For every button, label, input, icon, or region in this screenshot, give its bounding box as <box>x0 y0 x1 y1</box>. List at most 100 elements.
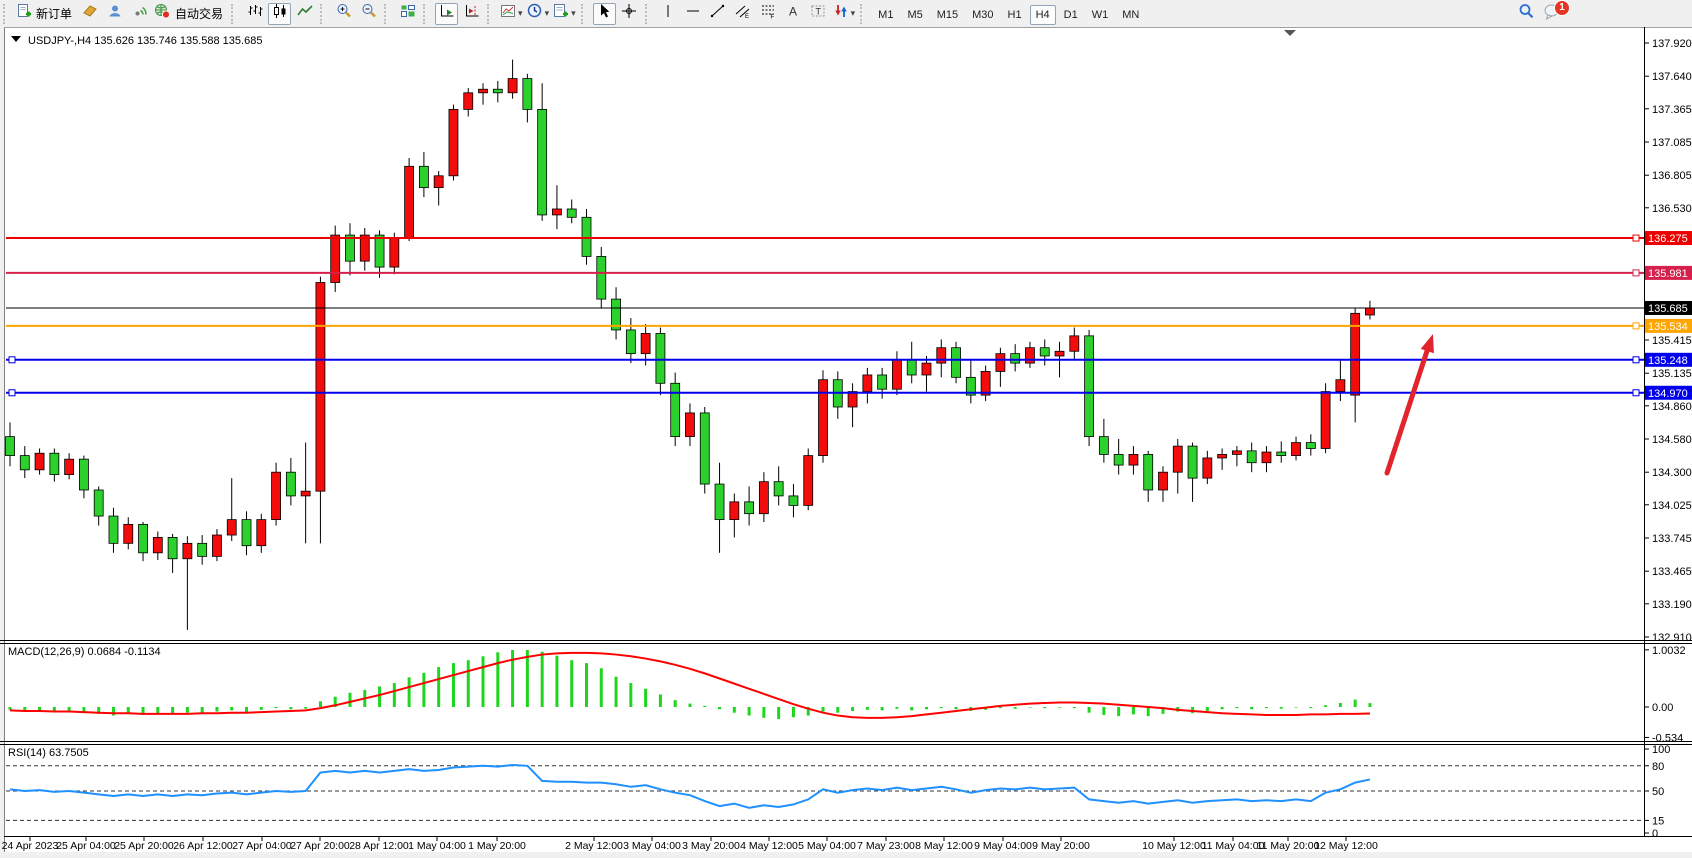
cursor-button[interactable] <box>593 3 616 25</box>
chat-button[interactable]: 1 <box>1540 3 1563 25</box>
time-tick-label: 26 Apr 12:00 <box>173 840 233 852</box>
candle-body <box>1218 454 1227 458</box>
time-tick-label: 3 May 20:00 <box>682 840 740 852</box>
timeframe-M15[interactable]: M15 <box>931 5 964 25</box>
candle-body <box>139 524 148 552</box>
indicators-button[interactable]: ▾ <box>499 3 524 25</box>
price-tick-label: 136.530 <box>1652 203 1692 215</box>
vertical-line-button[interactable] <box>657 3 680 25</box>
trendline-button[interactable] <box>707 3 730 25</box>
timeframe-M5[interactable]: M5 <box>901 5 928 25</box>
price-tick-label: 137.085 <box>1652 137 1692 149</box>
line-handle[interactable] <box>1633 235 1639 241</box>
price-tick-label: 134.025 <box>1652 500 1692 512</box>
time-tick-label: 7 May 23:00 <box>857 840 915 852</box>
horizontal-line-button[interactable] <box>682 3 705 25</box>
candle-body <box>375 235 384 267</box>
dropdown-arrow-icon: ▾ <box>571 8 576 19</box>
dropdown-arrow-icon: ▾ <box>851 8 856 19</box>
toolbar-grip[interactable] <box>231 4 239 24</box>
candle-body <box>1306 443 1315 449</box>
line-handle[interactable] <box>1633 390 1639 396</box>
text-label-button[interactable]: T <box>807 3 830 25</box>
time-tick-label: 3 May 04:00 <box>623 840 681 852</box>
metaeditor-button[interactable] <box>78 3 101 25</box>
toolbar-grip[interactable] <box>320 4 328 24</box>
line-handle[interactable] <box>9 357 15 363</box>
candle-body <box>552 209 561 215</box>
price-tick-label: 134.580 <box>1652 434 1692 446</box>
toolbar-grip[interactable] <box>487 4 495 24</box>
candle-body <box>656 333 665 383</box>
timeframe-H1[interactable]: H1 <box>1002 5 1028 25</box>
candle-body <box>434 176 443 188</box>
new-order-button[interactable]: 新订单 <box>15 3 76 25</box>
autotrading-button[interactable]: 自动交易 <box>153 3 227 25</box>
toolbar-grip[interactable] <box>645 4 653 24</box>
periods-button[interactable]: ▾ <box>526 3 551 25</box>
fibonacci-button[interactable]: F <box>757 3 780 25</box>
signals-icon <box>132 3 148 24</box>
community-button[interactable] <box>103 3 126 25</box>
macd-label: MACD(12,26,9) 0.0684 -0.1134 <box>8 646 161 658</box>
toolbar-grip[interactable] <box>384 4 392 24</box>
price-badge-label: 135.981 <box>1648 268 1688 280</box>
price-tick-label: 135.135 <box>1652 368 1692 380</box>
timeframe-M30[interactable]: M30 <box>966 5 999 25</box>
candle-body <box>316 282 325 491</box>
timeframe-H4[interactable]: H4 <box>1030 5 1056 25</box>
line-handle[interactable] <box>1633 270 1639 276</box>
crosshair-button[interactable] <box>618 3 641 25</box>
templates-icon <box>553 3 569 24</box>
line-handle[interactable] <box>9 390 15 396</box>
signals-button[interactable] <box>128 3 151 25</box>
candle-body <box>922 363 931 375</box>
time-tick-label: 28 Apr 12:00 <box>349 840 409 852</box>
time-tick-label: 25 Apr 04:00 <box>56 840 116 852</box>
chart-canvas[interactable]: 137.920137.640137.365137.085136.805136.5… <box>0 27 1692 858</box>
candle-body <box>1277 452 1286 456</box>
tile-windows-button[interactable] <box>396 3 419 25</box>
toolbar-grip[interactable] <box>3 4 11 24</box>
line-chart-button[interactable] <box>293 3 316 25</box>
price-tick-label: 134.860 <box>1652 401 1692 413</box>
auto-scroll-button[interactable] <box>435 3 458 25</box>
templates-button[interactable]: ▾ <box>552 3 577 25</box>
time-tick-label: 11 May 04:00 <box>1202 840 1265 852</box>
candle-body <box>1070 336 1079 351</box>
arrows-icon <box>833 3 849 24</box>
zoom-in-button[interactable] <box>332 3 355 25</box>
line-handle[interactable] <box>1633 323 1639 329</box>
toolbar-grip[interactable] <box>423 4 431 24</box>
toolbar-grip[interactable] <box>860 4 868 24</box>
text-button[interactable]: A <box>782 3 805 25</box>
chart-shift-button[interactable] <box>460 3 483 25</box>
candle-body <box>715 484 724 520</box>
timeframe-D1[interactable]: D1 <box>1058 5 1084 25</box>
macd-tick-label: 1.0032 <box>1652 645 1686 657</box>
zoom-out-button[interactable] <box>357 3 380 25</box>
candle-body <box>183 543 192 558</box>
arrows-button[interactable]: ▾ <box>832 3 857 25</box>
line-handle[interactable] <box>1633 357 1639 363</box>
candle-body <box>331 235 340 282</box>
search-button[interactable] <box>1515 3 1538 25</box>
time-tick-label: 9 May 20:00 <box>1032 840 1090 852</box>
candle-body <box>390 237 399 267</box>
candlestick-chart-button[interactable] <box>268 3 291 25</box>
candle-body <box>789 496 798 505</box>
price-tick-label: 137.920 <box>1652 38 1692 50</box>
horizontal-line-icon <box>685 3 701 24</box>
bar-chart-button[interactable] <box>243 3 266 25</box>
candle-body <box>1188 446 1197 478</box>
price-tick-label: 132.910 <box>1652 632 1692 644</box>
equidistant-channel-button[interactable]: E <box>732 3 755 25</box>
toolbar-grip[interactable] <box>581 4 589 24</box>
candle-body <box>227 520 236 535</box>
timeframe-W1[interactable]: W1 <box>1086 5 1115 25</box>
timeframe-M1[interactable]: M1 <box>872 5 899 25</box>
timeframe-MN[interactable]: MN <box>1116 5 1145 25</box>
candle-body <box>198 543 207 556</box>
text-label-icon: T <box>810 3 826 24</box>
chart-background <box>0 27 1692 852</box>
